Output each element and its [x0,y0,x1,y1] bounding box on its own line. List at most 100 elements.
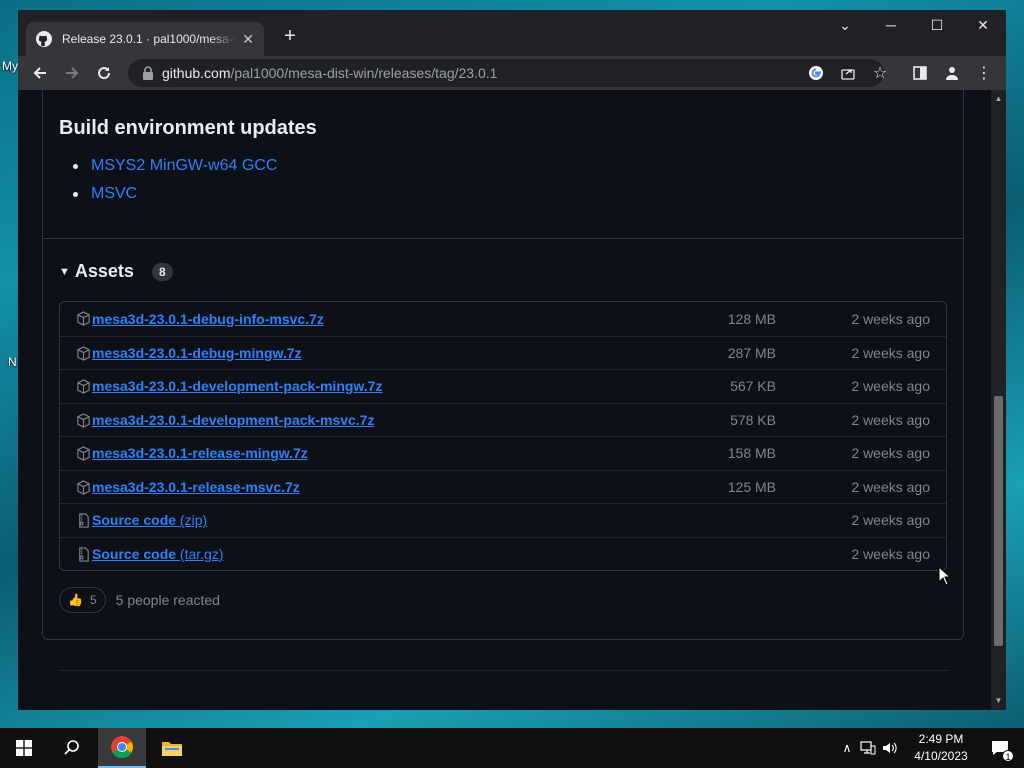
back-button[interactable] [28,61,52,85]
scroll-down-icon[interactable]: ▼ [993,696,1004,705]
asset-link[interactable]: mesa3d-23.0.1-release-mingw.7z [92,445,308,461]
table-row: mesa3d-23.0.1-release-msvc.7z 125 MB 2 w… [60,469,946,504]
maximize-button[interactable]: ☐ [914,10,960,40]
build-item-link[interactable]: MSVC [91,185,137,202]
action-center-button[interactable]: 1 [980,728,1020,768]
assets-title: Assets [74,261,134,281]
search-button[interactable] [48,728,96,768]
asset-size: 125 MB [727,478,776,495]
start-button[interactable] [0,728,48,768]
volume-icon[interactable] [882,741,898,755]
reactions-bar: 👍 5 5 people reacted [59,587,220,613]
tab-search-icon[interactable]: ⌄ [822,10,868,40]
arrow-left-icon [33,67,46,79]
folder-icon [162,742,182,756]
package-icon [77,446,90,461]
asset-size: 158 MB [727,445,776,462]
arrow-right-icon [66,67,79,79]
section-divider [43,238,963,239]
reaction-count: 5 [89,593,97,607]
table-row: mesa3d-23.0.1-release-mingw.7z 158 MB 2 … [60,436,946,470]
reload-button[interactable] [92,61,116,85]
google-icon [809,66,823,80]
side-panel-button[interactable] [908,61,932,85]
package-icon [77,345,90,361]
browser-toolbar: github.com/pal1000/mesa-dist-win/release… [18,56,1006,90]
share-icon [841,69,855,80]
asset-link[interactable]: mesa3d-23.0.1-development-pack-mingw.7z [92,378,382,394]
new-tab-button[interactable]: + [278,24,302,48]
file-zip-icon [79,546,89,562]
close-tab-icon[interactable]: ✕ [242,31,254,48]
notification-badge: 1 [1002,750,1014,762]
package-icon [77,479,90,495]
asset-time: 2 weeks ago [851,411,930,428]
package-icon [77,412,90,428]
mouse-cursor-icon [938,566,952,586]
source-code-link[interactable]: Source code (tar.gz) [92,546,224,562]
menu-button[interactable]: ⋮ [972,61,996,85]
taskbar-clock[interactable]: 2:49 PM 4/10/2023 [904,731,978,765]
file-zip-icon [79,513,89,528]
source-code-link[interactable]: Source code (zip) [92,512,207,528]
forward-button[interactable] [60,61,84,85]
table-row: mesa3d-23.0.1-development-pack-mingw.7z … [60,369,946,403]
tab-strip: Release 23.0.1 · pal1000/mesa-dist-win ✕… [18,10,1006,56]
asset-size: 578 KB [730,411,776,428]
thumbs-up-reaction-button[interactable]: 👍 5 [59,587,106,613]
clock-time: 2:49 PM [918,732,964,746]
github-icon [36,31,52,47]
asset-time: 2 weeks ago [851,378,930,395]
table-row: mesa3d-23.0.1-debug-info-msvc.7z 128 MB … [60,302,946,336]
windows-logo-icon [16,740,32,756]
caret-down-icon: ▼ [59,265,70,278]
close-window-button[interactable]: ✕ [960,10,1006,40]
table-row: Source code (zip) 2 weeks ago [60,503,946,537]
assets-header[interactable]: ▼ Assets 8 [59,261,173,282]
browser-window: Release 23.0.1 · pal1000/mesa-dist-win ✕… [18,10,1006,710]
share-button[interactable] [836,61,860,85]
bookmark-button[interactable]: ☆ [868,61,892,85]
asset-time: 2 weeks ago [851,445,930,462]
table-row: mesa3d-23.0.1-debug-mingw.7z 287 MB 2 we… [60,335,946,370]
tab-title: Release 23.0.1 · pal1000/mesa-dist-win [62,32,237,46]
build-items-list: MSYS2 MinGW-w64 GCC MSVC [73,152,277,208]
page-scrollbar[interactable]: ▲ ▼ [991,90,1006,710]
minimize-button[interactable]: ─ [868,10,914,40]
scrollbar-thumb[interactable] [994,396,1003,646]
asset-size: 128 MB [727,310,776,327]
url-text: github.com/pal1000/mesa-dist-win/release… [162,65,498,81]
taskbar-chrome-button[interactable] [98,728,146,768]
side-panel-icon [913,66,927,80]
system-tray: ∧ [838,728,898,768]
desktop-icon-label[interactable]: N [8,355,17,369]
scroll-up-icon[interactable]: ▲ [993,94,1004,103]
desktop-icon-label[interactable]: My [2,59,18,73]
profile-button[interactable] [940,61,964,85]
build-item-link[interactable]: MSYS2 MinGW-w64 GCC [91,157,277,174]
asset-link[interactable]: mesa3d-23.0.1-debug-mingw.7z [92,345,302,361]
taskbar-file-explorer-button[interactable] [148,728,196,768]
reload-icon [98,67,111,80]
package-icon [77,311,90,326]
asset-link[interactable]: mesa3d-23.0.1-development-pack-msvc.7z [92,412,374,428]
table-row: mesa3d-23.0.1-development-pack-msvc.7z 5… [60,402,946,437]
lock-icon [143,66,153,80]
asset-link[interactable]: mesa3d-23.0.1-debug-info-msvc.7z [92,311,324,327]
footer-divider [59,670,949,671]
list-item: MSYS2 MinGW-w64 GCC [73,152,277,180]
chevron-up-icon[interactable]: ∧ [838,741,856,755]
table-row: Source code (tar.gz) 2 weeks ago [60,536,946,571]
network-icon[interactable] [860,741,876,755]
browser-tab[interactable]: Release 23.0.1 · pal1000/mesa-dist-win ✕ [26,22,264,56]
person-icon [946,67,958,80]
asset-size: 567 KB [730,378,776,395]
asset-link[interactable]: mesa3d-23.0.1-release-msvc.7z [92,479,300,495]
google-lens-button[interactable] [804,61,828,85]
asset-size: 287 MB [727,344,776,361]
asset-time: 2 weeks ago [851,310,930,327]
package-icon [77,379,90,394]
asset-time: 2 weeks ago [851,545,930,562]
address-bar[interactable]: github.com/pal1000/mesa-dist-win/release… [128,59,884,87]
search-icon [64,740,79,755]
